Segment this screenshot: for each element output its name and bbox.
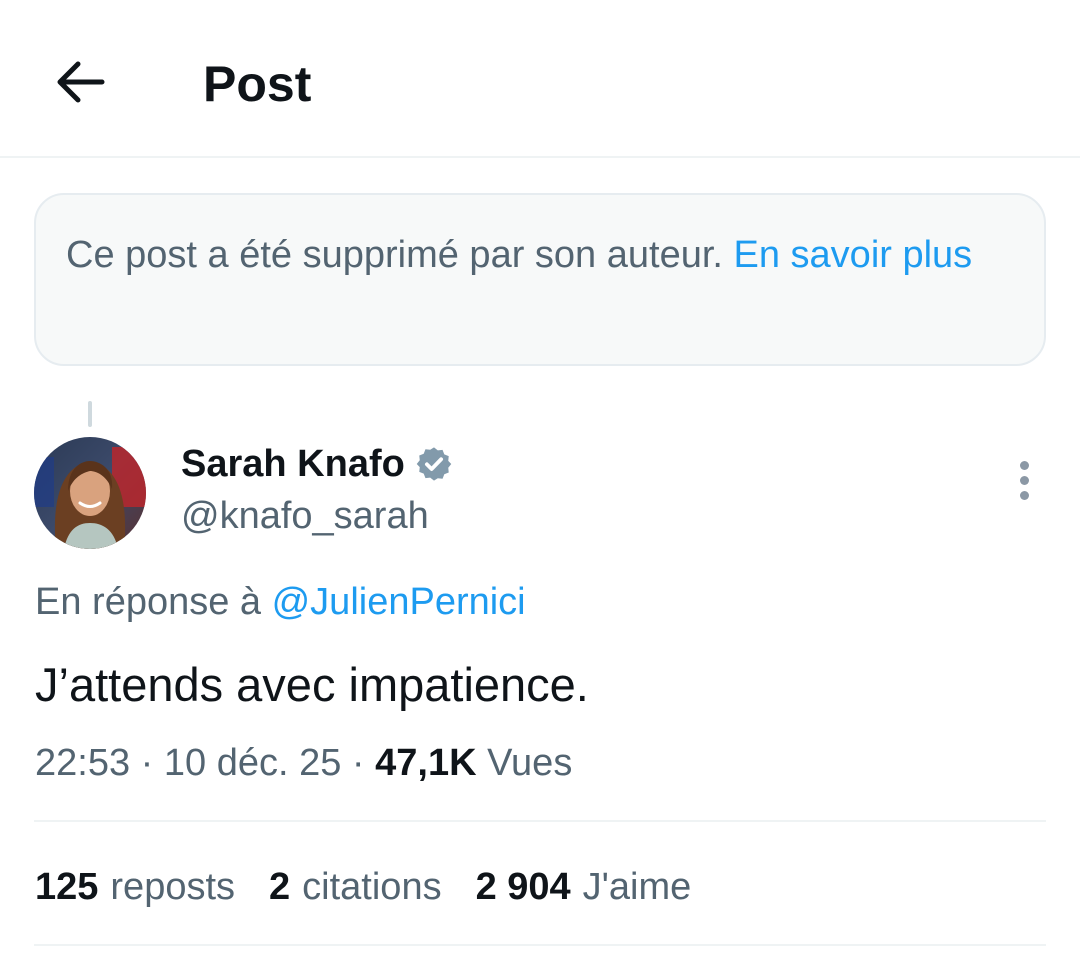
divider (34, 820, 1046, 822)
learn-more-link[interactable]: En savoir plus (734, 234, 973, 276)
engagement-stats: 125 reposts 2 citations 2 904 J'aime (35, 862, 691, 912)
quotes-count: 2 (269, 866, 291, 908)
likes-stat[interactable]: 2 904 J'aime (476, 862, 692, 912)
reply-prefix: En réponse à (35, 581, 272, 623)
reposts-stat[interactable]: 125 reposts (35, 862, 235, 912)
avatar[interactable] (34, 437, 146, 549)
meta-separator: · (130, 742, 164, 784)
author-name[interactable]: Sarah Knafo (181, 440, 453, 488)
post-metadata: 22:53 · 10 déc. 25 · 47,1K Vues (35, 738, 572, 788)
thread-connector-line (88, 401, 92, 427)
deleted-notice-text: Ce post a été supprimé par son auteur. (66, 234, 734, 276)
reposts-count: 125 (35, 866, 99, 908)
more-options-button[interactable] (1000, 456, 1048, 504)
quotes-label: citations (302, 866, 442, 908)
top-bar: Post (0, 0, 1080, 158)
post-text: J’attends avec impatience. (35, 658, 589, 711)
meta-separator: · (341, 742, 376, 784)
deleted-post-notice: Ce post a été supprimé par son auteur. E… (34, 193, 1046, 366)
author-handle[interactable]: @knafo_sarah (181, 492, 429, 540)
page-title: Post (203, 56, 312, 112)
quotes-stat[interactable]: 2 citations (269, 862, 442, 912)
views-label: Vues (487, 742, 573, 784)
arrow-left-icon (57, 61, 105, 103)
likes-label: J'aime (582, 866, 692, 908)
post-date[interactable]: 10 déc. 25 (164, 742, 341, 784)
post-time[interactable]: 22:53 (35, 742, 130, 784)
reply-mention-link[interactable]: @JulienPernici (272, 581, 526, 623)
back-button[interactable] (44, 46, 116, 118)
reposts-label: reposts (110, 866, 236, 908)
reply-context: En réponse à @JulienPernici (35, 578, 526, 626)
divider (34, 944, 1046, 946)
author-display-name: Sarah Knafo (181, 443, 405, 485)
more-dots-icon (1019, 460, 1029, 470)
views-count: 47,1K (375, 742, 477, 784)
likes-count: 2 904 (475, 866, 571, 908)
verified-badge-icon (416, 447, 452, 481)
